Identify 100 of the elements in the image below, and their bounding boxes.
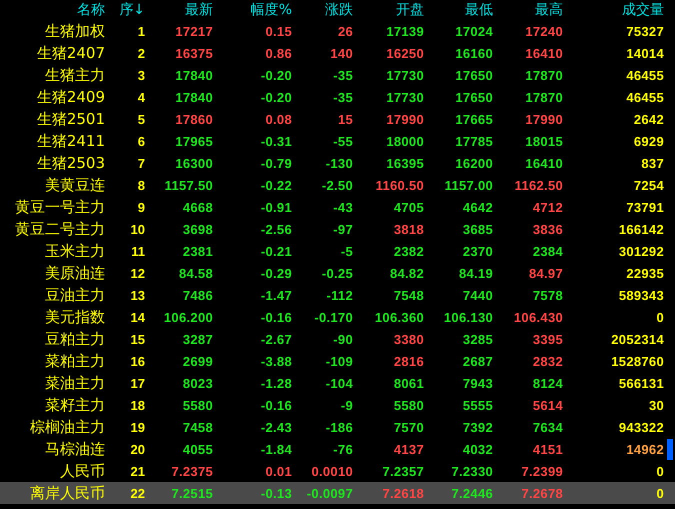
table-row[interactable]: 生猪2501 5 17860 0.08 15 17990 17665 17990 2642 <box>0 108 675 130</box>
row-number: 14 <box>130 310 145 324</box>
table-cell: 17650 <box>455 68 493 82</box>
volume-cell: 301292 <box>618 244 664 258</box>
table-cell: 17965 <box>175 134 213 148</box>
table-row[interactable]: 生猪主力 3 17840 -0.20 -35 17730 17650 17870 46455 <box>0 64 675 86</box>
selected-row[interactable]: 离岸人民币 22 7.2515 -0.13 -0.0097 7.2618 7.2446 7.2678 0 <box>0 482 675 504</box>
table-cell: 18000 <box>386 134 424 148</box>
table-row[interactable]: 菜油主力 17 8023 -1.28 -104 8061 7943 8124 566131 <box>0 372 675 394</box>
table-row[interactable]: 黄豆一号主力 9 4668 -0.91 -43 4705 4642 4712 73791 <box>0 196 675 218</box>
instrument-name: 黄豆二号主力 <box>15 220 105 238</box>
table-cell: -5 <box>340 244 353 258</box>
table-row[interactable]: 生猪2503 7 16300 -0.79 -130 16395 16200 16410 837 <box>0 152 675 174</box>
table-cell: 4668 <box>182 200 213 214</box>
table-row[interactable]: 棕榈油主力 19 7458 -2.43 -186 7570 7392 7634 943322 <box>0 416 675 438</box>
table-cell: 4137 <box>394 442 424 456</box>
table-row[interactable]: 生猪2409 4 17840 -0.20 -35 17730 17650 17870 46455 <box>0 86 675 108</box>
volume-cell: 6929 <box>634 134 664 148</box>
table-cell: 7.2399 <box>521 464 563 478</box>
table-row[interactable]: 美原油连 12 84.58 -0.29 -0.25 84.82 84.19 84.97 22935 <box>0 262 675 284</box>
table-row[interactable]: 豆油主力 13 7486 -1.47 -112 7548 7440 7578 589343 <box>0 284 675 306</box>
table-cell: 7570 <box>394 420 424 434</box>
table-row[interactable]: 美黄豆连 8 1157.50 -0.22 -2.50 1160.50 1157.00 1162.50 7254 <box>0 174 675 196</box>
row-number: 21 <box>130 464 145 478</box>
column-header[interactable]: 最新 <box>185 1 213 19</box>
table-cell: 4705 <box>394 200 424 214</box>
instrument-name: 生猪加权 <box>45 22 105 40</box>
table-cell: 16395 <box>386 156 424 170</box>
table-cell: 7486 <box>182 288 213 302</box>
table-row[interactable]: 马棕油连 20 4055 -1.84 -76 4137 4032 4151 14962 <box>0 438 675 460</box>
table-cell: 17730 <box>386 90 424 104</box>
table-row[interactable]: 美元指数 14 106.200 -0.16 -0.170 106.360 106.130 106.430 0 <box>0 306 675 328</box>
row-number: 22 <box>130 486 145 500</box>
table-cell: -0.16 <box>260 310 292 324</box>
row-number: 15 <box>130 332 145 346</box>
table-cell: -76 <box>333 442 353 456</box>
column-header[interactable]: 最低 <box>465 1 493 19</box>
table-cell: 4032 <box>462 442 493 456</box>
table-row[interactable]: 菜籽主力 18 5580 -0.16 -9 5580 5555 5614 30 <box>0 394 675 416</box>
table-cell: 2687 <box>462 354 493 368</box>
table-cell: 106.430 <box>514 310 563 324</box>
row-number: 12 <box>130 266 145 280</box>
table-cell: 3380 <box>394 332 424 346</box>
instrument-name: 黄豆一号主力 <box>15 198 105 216</box>
table-cell: 2384 <box>532 244 563 258</box>
table-cell: 84.82 <box>390 266 424 280</box>
table-cell: 17870 <box>525 90 563 104</box>
table-row[interactable]: 生猪2411 6 17965 -0.31 -55 18000 17785 18015 6929 <box>0 130 675 152</box>
table-cell: 0.0010 <box>311 464 353 478</box>
table-cell: 84.97 <box>528 266 563 280</box>
table-cell: 4055 <box>182 442 213 456</box>
table-cell: 7392 <box>462 420 493 434</box>
table-cell: -0.16 <box>260 398 292 412</box>
table-cell: 84.19 <box>458 266 493 280</box>
instrument-name: 菜油主力 <box>45 374 105 392</box>
instrument-name: 美原油连 <box>45 264 105 282</box>
table-cell: -3.88 <box>260 354 292 368</box>
table-row[interactable]: 生猪2407 2 16375 0.86 140 16250 16160 16410 14014 <box>0 42 675 64</box>
volume-cell: 75327 <box>626 24 664 38</box>
instrument-name: 生猪2407 <box>36 44 105 62</box>
instrument-name: 生猪主力 <box>45 66 105 84</box>
table-cell: -97 <box>333 222 353 236</box>
column-header[interactable]: 幅度% <box>250 1 292 19</box>
row-number: 2 <box>138 46 145 60</box>
volume-cell: 1528760 <box>611 354 664 368</box>
row-number: 11 <box>131 244 145 258</box>
table-cell: -109 <box>326 354 353 368</box>
table-cell: 8061 <box>394 376 424 390</box>
table-row[interactable]: 玉米主力 11 2381 -0.21 -5 2382 2370 2384 301292 <box>0 240 675 262</box>
table-row[interactable]: 生猪加权 1 17217 0.15 26 17139 17024 17240 75327 <box>0 20 675 42</box>
table-cell: 0.01 <box>265 464 292 478</box>
instrument-name: 人民币 <box>60 462 105 480</box>
column-header[interactable]: 开盘 <box>396 1 424 19</box>
column-header[interactable]: 成交量 <box>622 1 664 19</box>
table-row[interactable]: 黄豆二号主力 10 3698 -2.56 -97 3818 3685 3836 166142 <box>0 218 675 240</box>
column-header[interactable]: 最高 <box>535 1 563 19</box>
table-row[interactable]: 豆粕主力 15 3287 -2.67 -90 3380 3285 3395 2052314 <box>0 328 675 350</box>
table-row[interactable]: 人民币 21 7.2375 0.01 0.0010 7.2357 7.2330 7.2399 0 <box>0 460 675 482</box>
row-number: 19 <box>130 420 145 434</box>
table-cell: -0.25 <box>322 266 353 280</box>
column-header[interactable]: 名称 <box>77 1 105 19</box>
table-cell: 17217 <box>175 24 213 38</box>
table-cell: 17990 <box>525 112 563 126</box>
table-cell: 3685 <box>462 222 493 236</box>
table-cell: -35 <box>333 68 353 82</box>
table-cell: 7.2678 <box>521 486 563 500</box>
table-cell: 2832 <box>532 354 563 368</box>
volume-cell: 46455 <box>626 90 664 104</box>
instrument-name: 生猪2503 <box>36 154 105 172</box>
table-cell: 26 <box>338 24 353 38</box>
table-cell: 17139 <box>386 24 424 38</box>
row-number: 4 <box>138 90 145 104</box>
column-header[interactable]: 涨跌 <box>325 1 353 19</box>
volume-cell: 14962 <box>626 442 664 456</box>
table-cell: -2.50 <box>322 178 353 192</box>
table-row[interactable]: 菜粕主力 16 2699 -3.88 -109 2816 2687 2832 1528760 <box>0 350 675 372</box>
table-cell: 4642 <box>462 200 493 214</box>
table-cell: 15 <box>338 112 353 126</box>
table-cell: 17730 <box>386 68 424 82</box>
column-header[interactable]: 序↓ <box>119 1 145 19</box>
